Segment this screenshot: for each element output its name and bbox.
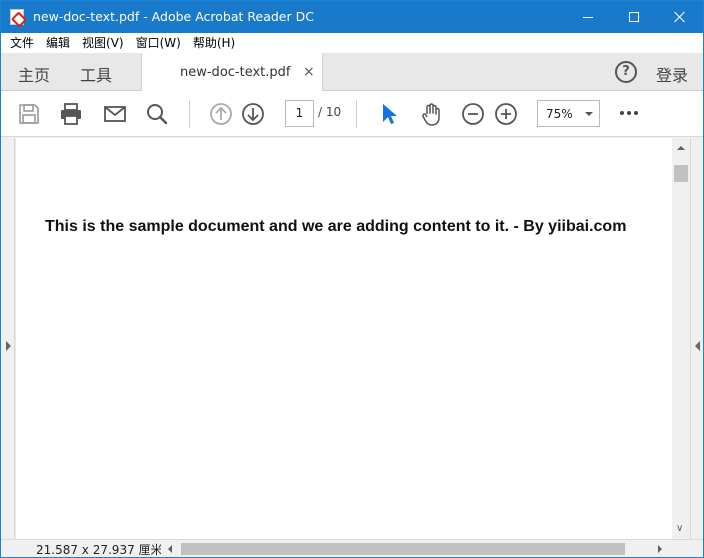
expand-right-icon [695, 341, 700, 351]
right-panel-toggle[interactable] [690, 138, 703, 539]
chevron-down-icon [585, 112, 593, 116]
maximize-button[interactable] [611, 1, 657, 33]
document-area: This is the sample document and we are a… [1, 138, 703, 539]
vertical-scrollbar[interactable]: ∨ [672, 138, 690, 539]
menu-bar: 文件 编辑 视图(V) 窗口(W) 帮助(H) [1, 33, 703, 53]
save-icon[interactable] [17, 102, 41, 126]
zoom-value: 75% [546, 107, 573, 121]
menu-window[interactable]: 窗口(W) [130, 33, 187, 53]
hand-tool-icon[interactable] [419, 102, 443, 126]
page-number-input[interactable]: 1 [285, 100, 314, 127]
scroll-right-icon[interactable] [658, 545, 662, 553]
zoom-out-icon[interactable] [461, 102, 485, 126]
app-window: new-doc-text.pdf - Adobe Acrobat Reader … [0, 0, 704, 558]
close-icon [674, 11, 686, 23]
toolbar-divider [356, 100, 357, 128]
scroll-down-icon[interactable]: ∨ [676, 523, 683, 534]
minimize-button[interactable] [565, 1, 611, 33]
close-tab-icon[interactable]: × [303, 64, 315, 80]
email-icon[interactable] [103, 102, 127, 126]
toolbar-divider [189, 100, 190, 128]
print-icon[interactable] [59, 102, 83, 126]
document-tab-label: new-doc-text.pdf [180, 65, 291, 80]
search-icon[interactable] [145, 102, 169, 126]
more-icon[interactable] [620, 111, 638, 115]
pdf-file-icon [10, 9, 24, 25]
page-size-label: 21.587 x 27.937 厘米 [36, 543, 163, 557]
document-text: This is the sample document and we are a… [45, 218, 627, 235]
menu-file[interactable]: 文件 [4, 33, 40, 53]
zoom-select[interactable]: 75% [537, 100, 600, 127]
page-up-icon[interactable] [209, 102, 233, 126]
status-bar: 21.587 x 27.937 厘米 [1, 539, 703, 557]
maximize-icon [629, 12, 639, 22]
menu-edit[interactable]: 编辑 [40, 33, 76, 53]
page-total: / 10 [318, 105, 342, 119]
left-panel-toggle[interactable] [1, 138, 15, 539]
tab-tools[interactable]: 工具 [80, 62, 112, 86]
select-cursor-icon[interactable] [377, 102, 401, 126]
close-window-button[interactable] [657, 1, 703, 33]
window-title: new-doc-text.pdf - Adobe Acrobat Reader … [33, 9, 314, 24]
page-down-icon[interactable] [241, 102, 265, 126]
scroll-up-icon[interactable] [677, 146, 685, 150]
scroll-thumb[interactable] [674, 165, 688, 182]
tab-document[interactable]: new-doc-text.pdf × [141, 53, 323, 92]
tab-bar: 主页 工具 new-doc-text.pdf × ? 登录 [1, 53, 703, 92]
tab-home[interactable]: 主页 [18, 62, 50, 86]
horizontal-scrollbar[interactable] [161, 541, 672, 557]
pdf-page[interactable]: This is the sample document and we are a… [16, 138, 672, 539]
scroll-thumb[interactable] [181, 543, 625, 555]
minimize-icon [583, 16, 593, 18]
sign-in-button[interactable]: 登录 [656, 62, 688, 86]
help-icon[interactable]: ? [615, 61, 637, 83]
expand-left-icon [6, 341, 11, 351]
toolbar: 1 / 10 75% [1, 91, 703, 137]
zoom-in-icon[interactable] [494, 102, 518, 126]
menu-view[interactable]: 视图(V) [76, 33, 130, 53]
menu-help[interactable]: 帮助(H) [187, 33, 241, 53]
scroll-left-icon[interactable] [168, 545, 172, 553]
title-bar[interactable]: new-doc-text.pdf - Adobe Acrobat Reader … [1, 1, 703, 33]
